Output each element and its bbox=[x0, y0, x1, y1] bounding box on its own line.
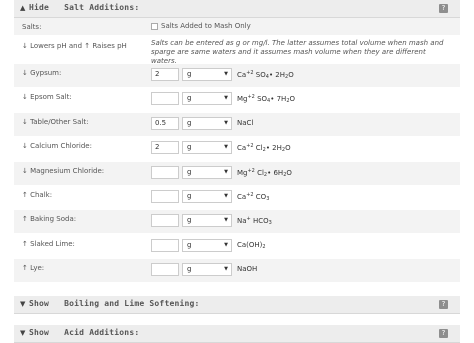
salt-row: ↑ Chalk: g ▼ Ca+2 CO3 bbox=[14, 186, 460, 209]
dropdown-arrow-icon: ▼ bbox=[224, 71, 228, 77]
dropdown-arrow-icon: ▼ bbox=[224, 169, 228, 175]
salt-formula: Ca+2 Cl2• 2H2O bbox=[237, 143, 291, 153]
unit-value: g bbox=[187, 119, 192, 127]
salt-unit-select[interactable]: g ▼ bbox=[182, 68, 232, 81]
salt-row: ↓ Table/Other Salt: 0.5 g ▼ NaCl bbox=[14, 113, 460, 136]
ph-note-row: ↓ Lowers pH and ↑ Raises pH Salts can be… bbox=[14, 36, 460, 65]
salt-units-note: Salts can be entered as g or mg/l. The l… bbox=[151, 39, 444, 65]
salt-amount-input[interactable]: 2 bbox=[151, 68, 179, 81]
dropdown-arrow-icon: ▼ bbox=[224, 144, 228, 150]
salt-row: ↓ Epsom Salt: g ▼ Mg+2 SO4• 7H2O bbox=[14, 88, 460, 111]
unit-value: g bbox=[187, 94, 192, 102]
help-icon[interactable]: ? bbox=[439, 4, 448, 13]
salt-formula: Mg+2 Cl2• 6H2O bbox=[237, 168, 292, 178]
salts-option-row: Salts: Salts Added to Mash Only bbox=[14, 18, 460, 35]
salt-amount-input[interactable]: 2 bbox=[151, 141, 179, 154]
salt-row: ↑ Lye: g ▼ NaOH bbox=[14, 259, 460, 282]
salt-unit-select[interactable]: g ▼ bbox=[182, 141, 232, 154]
salt-label: ↑ Chalk: bbox=[22, 191, 53, 199]
salts-label: Salts: bbox=[22, 23, 42, 31]
salt-label: ↑ Slaked Lime: bbox=[22, 240, 75, 248]
salt-label: ↓ Gypsum: bbox=[22, 69, 62, 77]
salt-label: ↓ Table/Other Salt: bbox=[22, 118, 89, 126]
unit-value: g bbox=[187, 143, 192, 151]
salts-mash-only-label: Salts Added to Mash Only bbox=[161, 22, 251, 30]
salt-row: ↓ Calcium Chloride: 2 g ▼ Ca+2 Cl2• 2H2O bbox=[14, 137, 460, 160]
salt-unit-select[interactable]: g ▼ bbox=[182, 166, 232, 179]
salt-amount-input[interactable] bbox=[151, 166, 179, 179]
salt-row: ↑ Slaked Lime: g ▼ Ca(OH)2 bbox=[14, 235, 460, 258]
salt-label: ↓ Magnesium Chloride: bbox=[22, 167, 105, 175]
ph-direction-label: ↓ Lowers pH and ↑ Raises pH bbox=[22, 42, 127, 50]
salt-amount-input[interactable]: 0.5 bbox=[151, 117, 179, 130]
salt-label: ↑ Lye: bbox=[22, 264, 45, 272]
salt-amount-input[interactable] bbox=[151, 214, 179, 227]
unit-value: g bbox=[187, 241, 192, 249]
salt-additions-title: Hide Salt Additions: bbox=[29, 3, 140, 12]
salt-label: ↑ Baking Soda: bbox=[22, 215, 77, 223]
unit-value: g bbox=[187, 70, 192, 78]
unit-value: g bbox=[187, 192, 192, 200]
salt-row: ↑ Baking Soda: g ▼ Na+ HCO3 bbox=[14, 210, 460, 233]
unit-value: g bbox=[187, 265, 192, 273]
dropdown-arrow-icon: ▼ bbox=[224, 120, 228, 126]
collapse-triangle-icon: ▲ bbox=[20, 4, 26, 12]
salt-formula: Mg+2 SO4• 7H2O bbox=[237, 94, 296, 104]
acid-additions-title: Show Acid Additions: bbox=[29, 328, 140, 337]
boiling-lime-softening-title: Show Boiling and Lime Softening: bbox=[29, 299, 200, 308]
salt-formula: NaCl bbox=[237, 119, 254, 127]
salt-additions-header[interactable]: ▲ Hide Salt Additions: ? bbox=[14, 0, 460, 18]
expand-triangle-icon: ▼ bbox=[20, 329, 26, 337]
dropdown-arrow-icon: ▼ bbox=[224, 266, 228, 272]
boiling-lime-softening-header[interactable]: ▼ Show Boiling and Lime Softening: ? bbox=[14, 296, 460, 314]
salt-amount-input[interactable] bbox=[151, 92, 179, 105]
salt-label: ↓ Epsom Salt: bbox=[22, 93, 72, 101]
salt-formula: NaOH bbox=[237, 265, 258, 273]
salt-amount-input[interactable] bbox=[151, 239, 179, 252]
salt-row: ↓ Magnesium Chloride: g ▼ Mg+2 Cl2• 6H2O bbox=[14, 162, 460, 185]
salt-formula: Ca+2 SO4• 2H2O bbox=[237, 70, 294, 80]
dropdown-arrow-icon: ▼ bbox=[224, 193, 228, 199]
salts-mash-only-checkbox[interactable] bbox=[151, 23, 158, 30]
unit-value: g bbox=[187, 168, 192, 176]
acid-additions-header[interactable]: ▼ Show Acid Additions: ? bbox=[14, 325, 460, 343]
salt-formula: Ca+2 CO3 bbox=[237, 192, 270, 202]
dropdown-arrow-icon: ▼ bbox=[224, 242, 228, 248]
unit-value: g bbox=[187, 216, 192, 224]
salt-label: ↓ Calcium Chloride: bbox=[22, 142, 92, 150]
salt-unit-select[interactable]: g ▼ bbox=[182, 190, 232, 203]
salt-formula: Ca(OH)2 bbox=[237, 241, 266, 250]
salt-row: ↓ Gypsum: 2 g ▼ Ca+2 SO4• 2H2O bbox=[14, 64, 460, 87]
dropdown-arrow-icon: ▼ bbox=[224, 217, 228, 223]
salt-unit-select[interactable]: g ▼ bbox=[182, 263, 232, 276]
salt-unit-select[interactable]: g ▼ bbox=[182, 239, 232, 252]
salt-formula: Na+ HCO3 bbox=[237, 216, 272, 226]
salt-unit-select[interactable]: g ▼ bbox=[182, 117, 232, 130]
salt-unit-select[interactable]: g ▼ bbox=[182, 92, 232, 105]
salt-amount-input[interactable] bbox=[151, 190, 179, 203]
salt-amount-input[interactable] bbox=[151, 263, 179, 276]
salt-unit-select[interactable]: g ▼ bbox=[182, 214, 232, 227]
expand-triangle-icon: ▼ bbox=[20, 300, 26, 308]
help-icon[interactable]: ? bbox=[439, 300, 448, 309]
dropdown-arrow-icon: ▼ bbox=[224, 95, 228, 101]
